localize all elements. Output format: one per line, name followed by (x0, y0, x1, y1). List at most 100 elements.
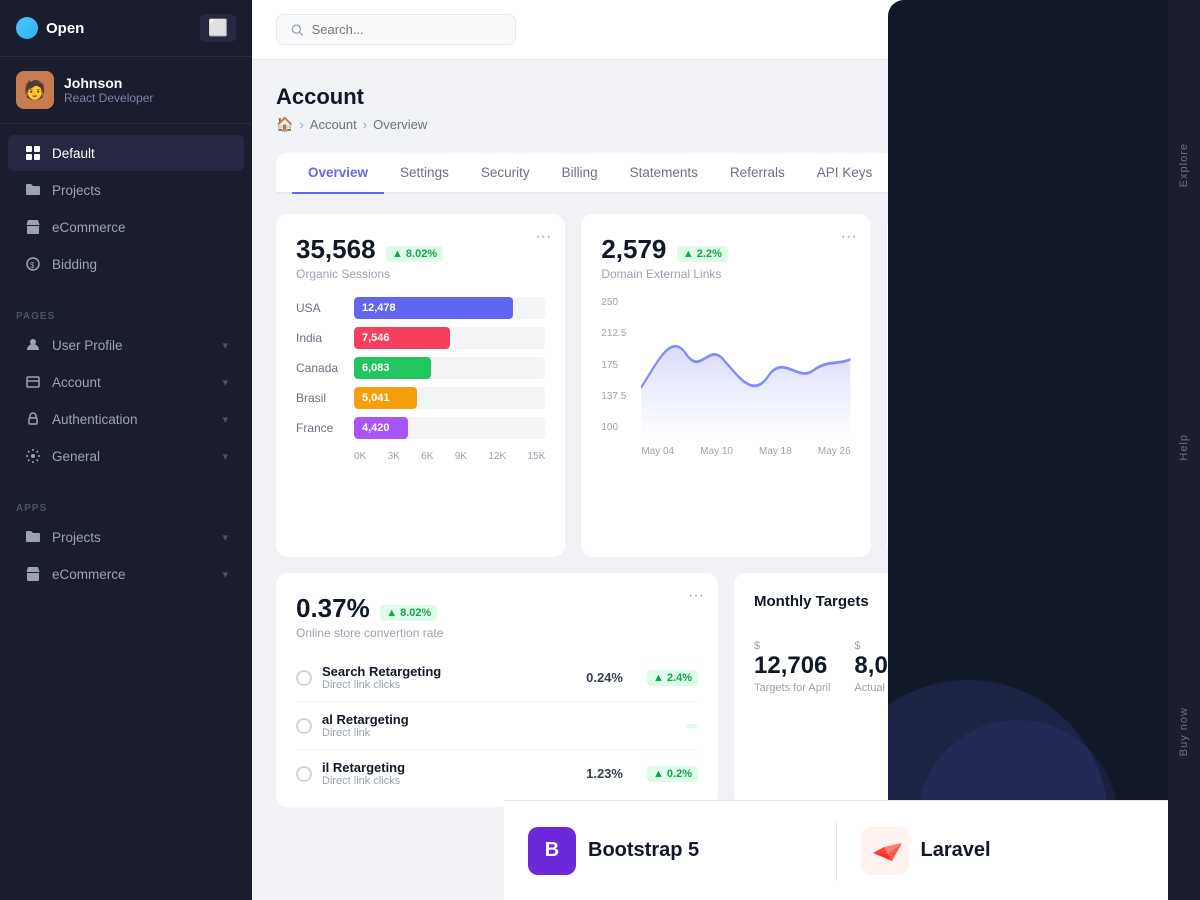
breadcrumb-current: Overview (373, 117, 427, 132)
line-chart: 250 212.5 175 137.5 100 (601, 297, 850, 457)
conv-row-2: al Retargeting Direct link (296, 702, 698, 750)
conv-radio-2 (296, 718, 312, 734)
shop-icon-2 (24, 565, 42, 583)
bid-icon: $ (24, 255, 42, 273)
bootstrap-label: Bootstrap 5 (588, 839, 699, 862)
conversion-list: Search Retargeting Direct link clicks 0.… (296, 654, 698, 797)
card-menu-2[interactable]: ··· (841, 228, 857, 246)
user-role: React Developer (64, 91, 153, 105)
sidebar-item-authentication[interactable]: Authentication ▾ (8, 401, 244, 437)
tab-settings[interactable]: Settings (384, 153, 465, 194)
bar-row-france: France 4,420 (296, 417, 545, 439)
conversion-rate-value: 0.37% ▲ 8.02% (296, 593, 698, 624)
domain-links-badge: ▲ 2.2% (677, 246, 728, 262)
chevron-down-icon-5: ▾ (222, 531, 228, 544)
sidebar-item-projects-app[interactable]: Projects ▾ (8, 519, 244, 555)
organic-sessions-card: ··· 35,568 ▲ 8.02% Organic Sessions USA … (276, 214, 565, 557)
tab-billing[interactable]: Billing (546, 153, 614, 194)
promo-divider (836, 821, 837, 881)
conversion-card: ··· 0.37% ▲ 8.02% Online store convertio… (276, 573, 718, 807)
buy-now-button[interactable]: Buy now (1178, 707, 1190, 756)
dark-overlay (888, 0, 1168, 900)
card-menu-1[interactable]: ··· (535, 228, 551, 246)
sidebar-item-ecommerce-app[interactable]: eCommerce ▾ (8, 556, 244, 592)
tab-api-keys[interactable]: API Keys (801, 153, 889, 194)
bar-country-france: France (296, 421, 344, 435)
sidebar-item-projects[interactable]: Projects (8, 172, 244, 208)
monthly-title: Monthly Targets (754, 593, 869, 610)
nav-pages: PAGES User Profile ▾ Account ▾ Authentic… (0, 293, 252, 485)
bar-country-brasil: Brasil (296, 391, 344, 405)
promo-bar: B Bootstrap 5 Laravel (504, 800, 1168, 900)
sidebar-item-ecommerce[interactable]: eCommerce (8, 209, 244, 245)
tab-statements[interactable]: Statements (614, 153, 714, 194)
explore-button[interactable]: Explore (1178, 143, 1190, 187)
target-1: $ 12,706 Targets for April (754, 640, 830, 694)
help-button[interactable]: Help (1178, 434, 1190, 461)
conv-info-3: il Retargeting Direct link clicks (322, 760, 576, 787)
right-panel: Explore Help Buy now (1168, 0, 1200, 900)
pages-section-label: PAGES (0, 303, 252, 326)
conv-row-3: il Retargeting Direct link clicks 1.23% … (296, 750, 698, 797)
organic-sessions-badge: ▲ 8.02% (386, 246, 443, 262)
sidebar-item-general[interactable]: General ▾ (8, 438, 244, 474)
bar-outer-canada: 6,083 (354, 357, 545, 379)
conv-row-1: Search Retargeting Direct link clicks 0.… (296, 654, 698, 702)
bar-inner-canada: 6,083 (354, 357, 431, 379)
sidebar-item-ecommerce-app-label: eCommerce (52, 567, 212, 582)
sidebar-item-default[interactable]: Default (8, 135, 244, 171)
search-icon (291, 23, 304, 37)
svg-text:$: $ (30, 261, 35, 270)
sidebar-item-user-profile[interactable]: User Profile ▾ (8, 327, 244, 363)
breadcrumb-account[interactable]: Account (310, 117, 357, 132)
chevron-down-icon-4: ▾ (222, 450, 228, 463)
tab-security[interactable]: Security (465, 153, 546, 194)
grid-icon (24, 144, 42, 162)
main-area: ⊕ Invite Create App Account 🏠 › Account … (252, 0, 1200, 900)
sidebar-item-ecommerce-label: eCommerce (52, 220, 228, 235)
folder-icon-2 (24, 528, 42, 546)
conv-radio-3 (296, 766, 312, 782)
nav-apps: APPS Projects ▾ eCommerce ▾ (0, 485, 252, 603)
stats-icon-button[interactable]: ⬜ (200, 14, 236, 42)
user-info: Johnson React Developer (64, 75, 153, 105)
chevron-down-icon: ▾ (222, 339, 228, 352)
logo-icon (16, 17, 38, 39)
target-1-value: 12,706 (754, 652, 830, 680)
bar-row-canada: Canada 6,083 (296, 357, 545, 379)
tab-referrals[interactable]: Referrals (714, 153, 801, 194)
folder-icon (24, 181, 42, 199)
bar-chart: USA 12,478 India 7,546 Canada (296, 297, 545, 462)
avatar: 🧑 (16, 71, 54, 109)
bar-outer-usa: 12,478 (354, 297, 545, 319)
bar-row-india: India 7,546 (296, 327, 545, 349)
domain-links-label: Domain External Links (601, 267, 850, 281)
general-icon (24, 447, 42, 465)
sidebar-item-account[interactable]: Account ▾ (8, 364, 244, 400)
bar-country-india: India (296, 331, 344, 345)
search-box (276, 14, 516, 45)
sidebar-item-account-label: Account (52, 375, 212, 390)
sidebar-item-bidding[interactable]: $ Bidding (8, 246, 244, 282)
bar-inner-france: 4,420 (354, 417, 408, 439)
bar-row-brasil: Brasil 5,041 (296, 387, 545, 409)
conv-radio-1 (296, 670, 312, 686)
sidebar-item-projects-label: Projects (52, 183, 228, 198)
chevron-down-icon-6: ▾ (222, 568, 228, 581)
tab-overview[interactable]: Overview (292, 153, 384, 194)
sidebar: Open ⬜ 🧑 Johnson React Developer Default… (0, 0, 252, 900)
bar-country-usa: USA (296, 301, 344, 315)
card-menu-4[interactable]: ··· (688, 587, 704, 605)
user-name: Johnson (64, 75, 153, 91)
search-input[interactable] (312, 22, 501, 37)
bar-outer-brasil: 5,041 (354, 387, 545, 409)
sidebar-header: Open ⬜ (0, 0, 252, 57)
conv-info-1: Search Retargeting Direct link clicks (322, 664, 576, 691)
target-1-label: Targets for April (754, 682, 830, 694)
laravel-icon (861, 827, 909, 875)
conversion-badge: ▲ 8.02% (380, 605, 437, 621)
organic-sessions-label: Organic Sessions (296, 267, 545, 281)
x-axis: 0K 3K 6K 9K 12K 15K (296, 447, 545, 462)
breadcrumb-sep-1: › (299, 117, 303, 132)
nav-main: Default Projects eCommerce $ Bidding (0, 124, 252, 293)
